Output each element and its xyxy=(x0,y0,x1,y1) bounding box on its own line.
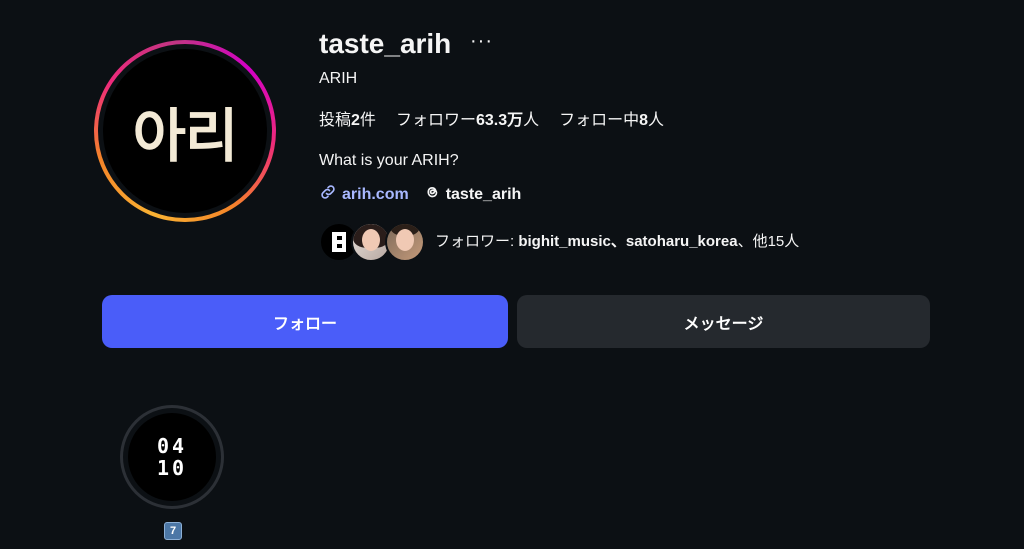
avatar-logo-text: 아리 xyxy=(132,102,239,170)
highlight-label[interactable]: 7 xyxy=(164,522,182,540)
profile-stats: 投稿2件 フォロワー63.3万人 フォロー中8人 xyxy=(319,106,664,130)
posts-count: 投稿2件 xyxy=(319,112,376,129)
followed-by[interactable]: フォロワー: bighit_music、satoharu_korea、他15人 xyxy=(319,220,800,262)
follow-button[interactable]: フォロー xyxy=(102,295,508,348)
followed-by-text: フォロワー: bighit_music、satoharu_korea、他15人 xyxy=(435,232,800,250)
profile-full-name: ARIH xyxy=(319,70,358,87)
profile-username: taste_arih xyxy=(319,28,452,59)
threads-icon xyxy=(423,183,441,206)
story-highlight[interactable]: 04 10 xyxy=(120,405,224,509)
followers-count[interactable]: フォロワー63.3万人 xyxy=(396,106,539,130)
highlight-cover: 04 10 xyxy=(128,413,216,501)
threads-link[interactable]: taste_arih xyxy=(423,183,521,206)
link-icon xyxy=(319,183,337,206)
follower-avatar xyxy=(385,222,425,262)
following-count[interactable]: フォロー中8人 xyxy=(559,106,664,130)
avatar-image: 아리 xyxy=(103,49,267,213)
follower-avatars xyxy=(319,220,427,262)
more-options-icon[interactable]: ··· xyxy=(470,30,493,53)
profile-avatar[interactable]: 아리 xyxy=(94,34,276,236)
profile-bio: What is your ARIH? xyxy=(319,152,459,169)
profile-links: arih.com taste_arih xyxy=(319,183,521,206)
website-link[interactable]: arih.com xyxy=(319,183,409,206)
message-button[interactable]: メッセージ xyxy=(517,295,930,348)
